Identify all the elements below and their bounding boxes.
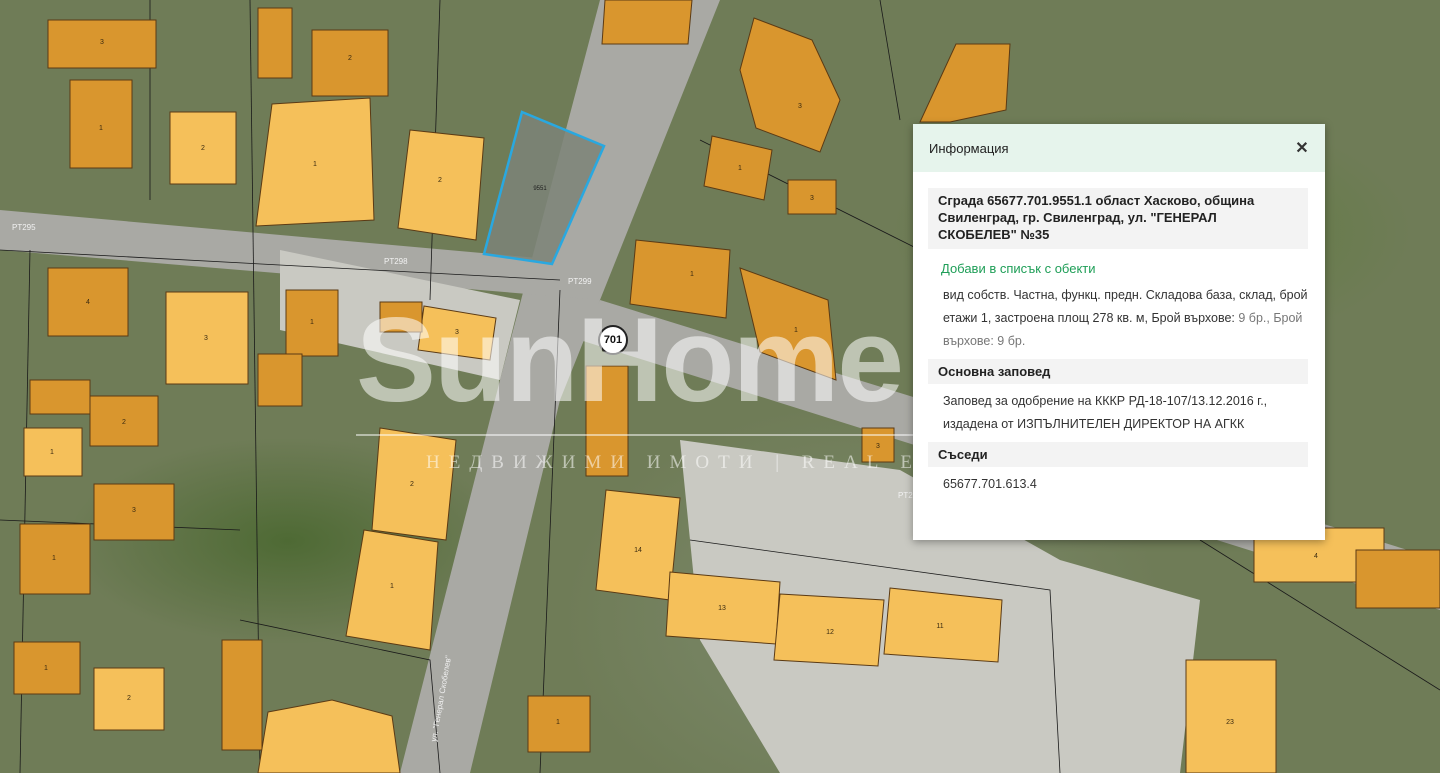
- svg-text:2: 2: [348, 55, 352, 62]
- svg-text:3: 3: [100, 39, 104, 46]
- svg-text:1: 1: [794, 327, 798, 334]
- panel-title: Информация: [929, 140, 1009, 156]
- info-panel: Информация ✕ Сграда 65677.701.9551.1 обл…: [913, 124, 1325, 540]
- svg-text:2: 2: [122, 419, 126, 426]
- neighbor-id[interactable]: 65677.701.613.4: [943, 473, 1308, 496]
- svg-text:1: 1: [390, 583, 394, 590]
- panel-body: Сграда 65677.701.9551.1 област Хасково, …: [913, 172, 1325, 496]
- add-to-list-link[interactable]: Добави в списък с обекти: [941, 261, 1308, 276]
- svg-text:12: 12: [826, 629, 834, 636]
- svg-text:2: 2: [127, 695, 131, 702]
- parcel-label-pt298: PT298: [384, 257, 408, 266]
- svg-text:1: 1: [556, 719, 560, 726]
- svg-text:23: 23: [1226, 719, 1234, 726]
- svg-text:1: 1: [44, 665, 48, 672]
- svg-text:1: 1: [99, 125, 103, 132]
- svg-text:3: 3: [876, 443, 880, 450]
- svg-text:3: 3: [132, 507, 136, 514]
- svg-text:11: 11: [936, 623, 943, 630]
- svg-text:2: 2: [438, 177, 442, 184]
- svg-text:13: 13: [718, 605, 726, 612]
- building-title: Сграда 65677.701.9551.1 област Хасково, …: [928, 188, 1308, 249]
- svg-text:1: 1: [310, 319, 314, 326]
- panel-header: Информация ✕: [913, 124, 1325, 172]
- order-text: Заповед за одобрение на КККР РД-18-107/1…: [943, 394, 1268, 431]
- svg-text:3: 3: [810, 195, 814, 202]
- svg-text:1: 1: [50, 449, 54, 456]
- svg-text:1: 1: [690, 271, 694, 278]
- svg-text:1: 1: [738, 165, 742, 172]
- svg-text:14: 14: [634, 547, 642, 554]
- svg-text:3: 3: [455, 329, 459, 336]
- svg-text:2: 2: [201, 145, 205, 152]
- close-icon[interactable]: ✕: [1293, 138, 1311, 158]
- order-heading: Основна заповед: [928, 359, 1308, 384]
- svg-text:1: 1: [313, 161, 317, 168]
- parcel-label-pt2: PT2: [898, 491, 913, 500]
- svg-text:3: 3: [798, 103, 802, 110]
- parcel-label-pt299: PT299: [568, 277, 592, 286]
- svg-text:4: 4: [86, 299, 90, 306]
- neighbors-heading: Съседи: [928, 442, 1308, 467]
- svg-text:1: 1: [52, 555, 56, 562]
- selected-parcel-number: 9551: [533, 186, 547, 192]
- svg-text:2: 2: [410, 481, 414, 488]
- route-badge: 701: [598, 325, 628, 355]
- svg-text:4: 4: [1314, 553, 1318, 560]
- parcel-label-pt295: PT295: [12, 223, 36, 232]
- svg-text:3: 3: [204, 335, 208, 342]
- building-details: вид собств. Частна, функц. предн. Складо…: [943, 284, 1308, 353]
